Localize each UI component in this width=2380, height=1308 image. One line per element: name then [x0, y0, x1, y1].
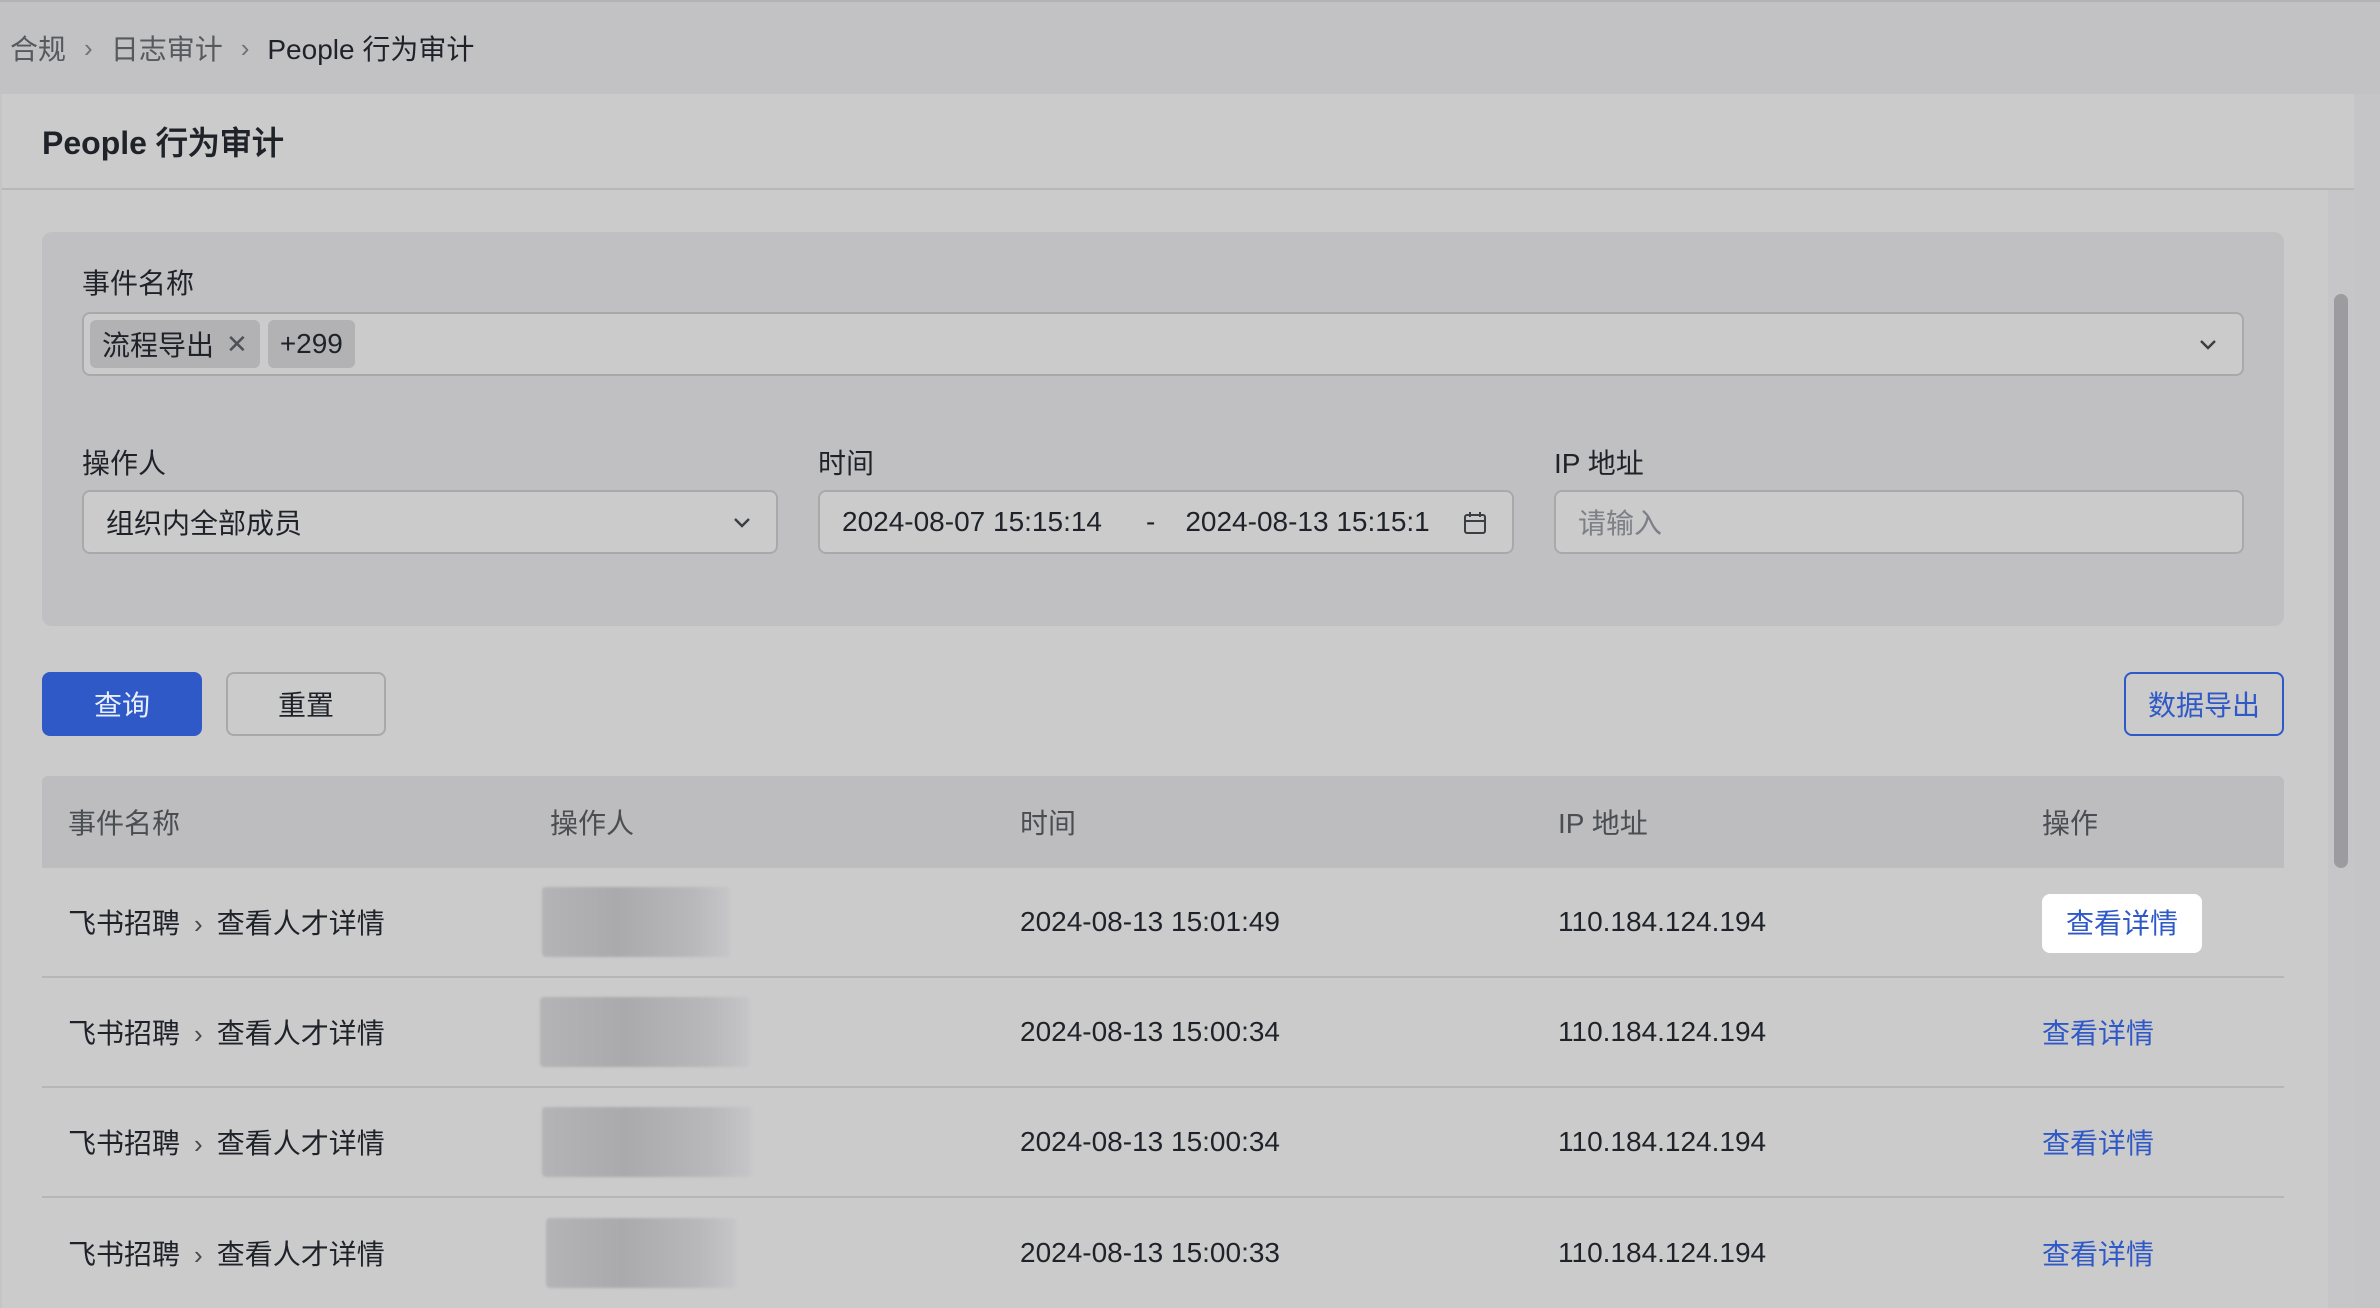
app-name: 飞书招聘 — [68, 1018, 181, 1049]
app-name: 飞书招聘 — [68, 1128, 181, 1159]
chevron-right-icon: › — [84, 32, 93, 63]
ip-cell: 110.184.124.194 — [1558, 1237, 1767, 1268]
event-name: 查看人才详情 — [216, 1018, 385, 1049]
event-name: 查看人才详情 — [216, 1128, 385, 1159]
event-tag-label: 流程导出 — [102, 330, 215, 361]
operator-cell — [542, 1107, 752, 1177]
event-name-label: 事件名称 — [82, 268, 195, 299]
chevron-right-icon: › — [240, 32, 250, 63]
event-name: 查看人才详情 — [216, 908, 385, 939]
export-button[interactable]: 数据导出 — [2124, 672, 2284, 736]
query-button[interactable]: 查询 — [42, 672, 202, 736]
breadcrumb-item-compliance[interactable]: 合规 — [10, 28, 66, 68]
breadcrumb: 合规 › 日志审计 › People 行为审计 — [0, 0, 2380, 94]
view-detail-link[interactable]: 查看详情 — [2042, 1122, 2154, 1162]
header-ip: IP 地址 — [1558, 808, 1648, 839]
view-detail-link[interactable]: 查看详情 — [2042, 894, 2203, 953]
ip-cell: 110.184.124.194 — [1558, 906, 1767, 937]
view-detail-link[interactable]: 查看详情 — [2042, 1012, 2154, 1052]
view-detail-link[interactable]: 查看详情 — [2042, 1233, 2154, 1273]
time-cell: 2024-08-13 15:01:49 — [1020, 906, 1280, 937]
event-name-select[interactable]: 流程导出 ✕ +299 — [82, 312, 2244, 376]
table-row: 飞书招聘 › 查看人才详情 2024-08-13 15:00:33 110.184.… — [42, 1198, 2284, 1308]
header-operator: 操作人 — [550, 808, 635, 839]
table-header: 事件名称 操作人 时间 IP 地址 操作 — [42, 776, 2284, 868]
time-cell: 2024-08-13 15:00:34 — [1020, 1126, 1280, 1157]
event-cell: 飞书招聘 › 查看人才详情 — [68, 902, 385, 942]
table-row: 飞书招聘 › 查看人才详情 2024-08-13 15:01:49 110.184.… — [42, 868, 2284, 978]
blurred-avatar — [540, 997, 750, 1067]
audit-table: 事件名称 操作人 时间 IP 地址 操作 飞书招聘 › 查看人才详情 2024-08… — [42, 776, 2284, 1308]
scrollbar[interactable] — [2328, 190, 2354, 1308]
time-cell: 2024-08-13 15:00:33 — [1020, 1237, 1280, 1268]
event-cell: 飞书招聘 › 查看人才详情 — [68, 1122, 385, 1162]
header-event: 事件名称 — [68, 808, 181, 839]
page-title: People 行为审计 — [2, 94, 2354, 190]
table-row: 飞书招聘 › 查看人才详情 2024-08-13 15:00:34 110.184.… — [42, 978, 2284, 1088]
view-detail-label[interactable]: 查看详情 — [2042, 1018, 2154, 1049]
operator-select[interactable]: 组织内全部成员 — [82, 490, 778, 554]
time-start[interactable]: 2024-08-07 15:15:14 — [842, 506, 1102, 538]
chevron-right-icon: › — [194, 909, 203, 939]
close-icon[interactable]: ✕ — [226, 329, 248, 360]
chevron-right-icon: › — [194, 1240, 203, 1270]
operator-value: 组织内全部成员 — [106, 508, 303, 539]
app-name: 飞书招聘 — [68, 908, 181, 939]
calendar-icon[interactable] — [1462, 510, 1488, 536]
app-name: 飞书招聘 — [68, 1239, 181, 1270]
chevron-down-icon — [2200, 340, 2216, 350]
chevron-right-icon: › — [194, 1129, 203, 1159]
event-more-tag: +299 — [267, 320, 355, 368]
chevron-down-icon — [734, 518, 750, 528]
breadcrumb-item-current: People 行为审计 — [267, 34, 475, 65]
operator-cell — [540, 997, 750, 1067]
event-more-count: +299 — [279, 328, 343, 359]
header-time: 时间 — [1020, 808, 1077, 839]
time-range-picker[interactable]: 2024-08-07 15:15:14 - 2024-08-13 15:15:1 — [818, 490, 1514, 554]
breadcrumb-item-log-audit[interactable]: 日志审计 — [111, 28, 223, 68]
view-detail-label[interactable]: 查看详情 — [2042, 1128, 2154, 1159]
view-detail-label[interactable]: 查看详情 — [2042, 894, 2203, 953]
blurred-avatar — [542, 887, 730, 957]
time-end[interactable]: 2024-08-13 15:15:1 — [1185, 506, 1429, 538]
time-cell: 2024-08-13 15:00:34 — [1020, 1016, 1280, 1047]
scrollbar-thumb[interactable] — [2334, 294, 2348, 868]
reset-button[interactable]: 重置 — [226, 672, 386, 736]
time-separator: - — [1146, 506, 1156, 537]
event-cell: 飞书招聘 › 查看人才详情 — [68, 1233, 385, 1273]
filter-panel: 事件名称 流程导出 ✕ +299 操作人 组织内全部成员 时间 2024-08-… — [42, 232, 2284, 626]
event-cell: 飞书招聘 › 查看人才详情 — [68, 1012, 385, 1052]
blurred-avatar — [542, 1107, 752, 1177]
chevron-right-icon: › — [194, 1019, 203, 1049]
ip-cell: 110.184.124.194 — [1558, 1016, 1767, 1047]
header-action: 操作 — [2042, 808, 2099, 839]
event-name: 查看人才详情 — [216, 1239, 385, 1270]
operator-cell — [546, 1218, 736, 1288]
blurred-avatar — [546, 1218, 736, 1288]
time-label: 时间 — [818, 448, 875, 479]
table-row: 飞书招聘 › 查看人才详情 2024-08-13 15:00:34 110.184.… — [42, 1088, 2284, 1198]
content-panel: People 行为审计 事件名称 流程导出 ✕ +299 操作人 组织内全部成员… — [2, 94, 2354, 1308]
operator-cell — [542, 887, 730, 957]
event-tag: 流程导出 ✕ — [90, 320, 260, 368]
ip-input[interactable]: 请输入 — [1554, 490, 2244, 554]
ip-label: IP 地址 — [1554, 448, 1644, 479]
view-detail-label[interactable]: 查看详情 — [2042, 1239, 2154, 1270]
ip-input-placeholder: 请输入 — [1578, 508, 1663, 539]
ip-cell: 110.184.124.194 — [1558, 1126, 1767, 1157]
operator-label: 操作人 — [82, 448, 167, 479]
